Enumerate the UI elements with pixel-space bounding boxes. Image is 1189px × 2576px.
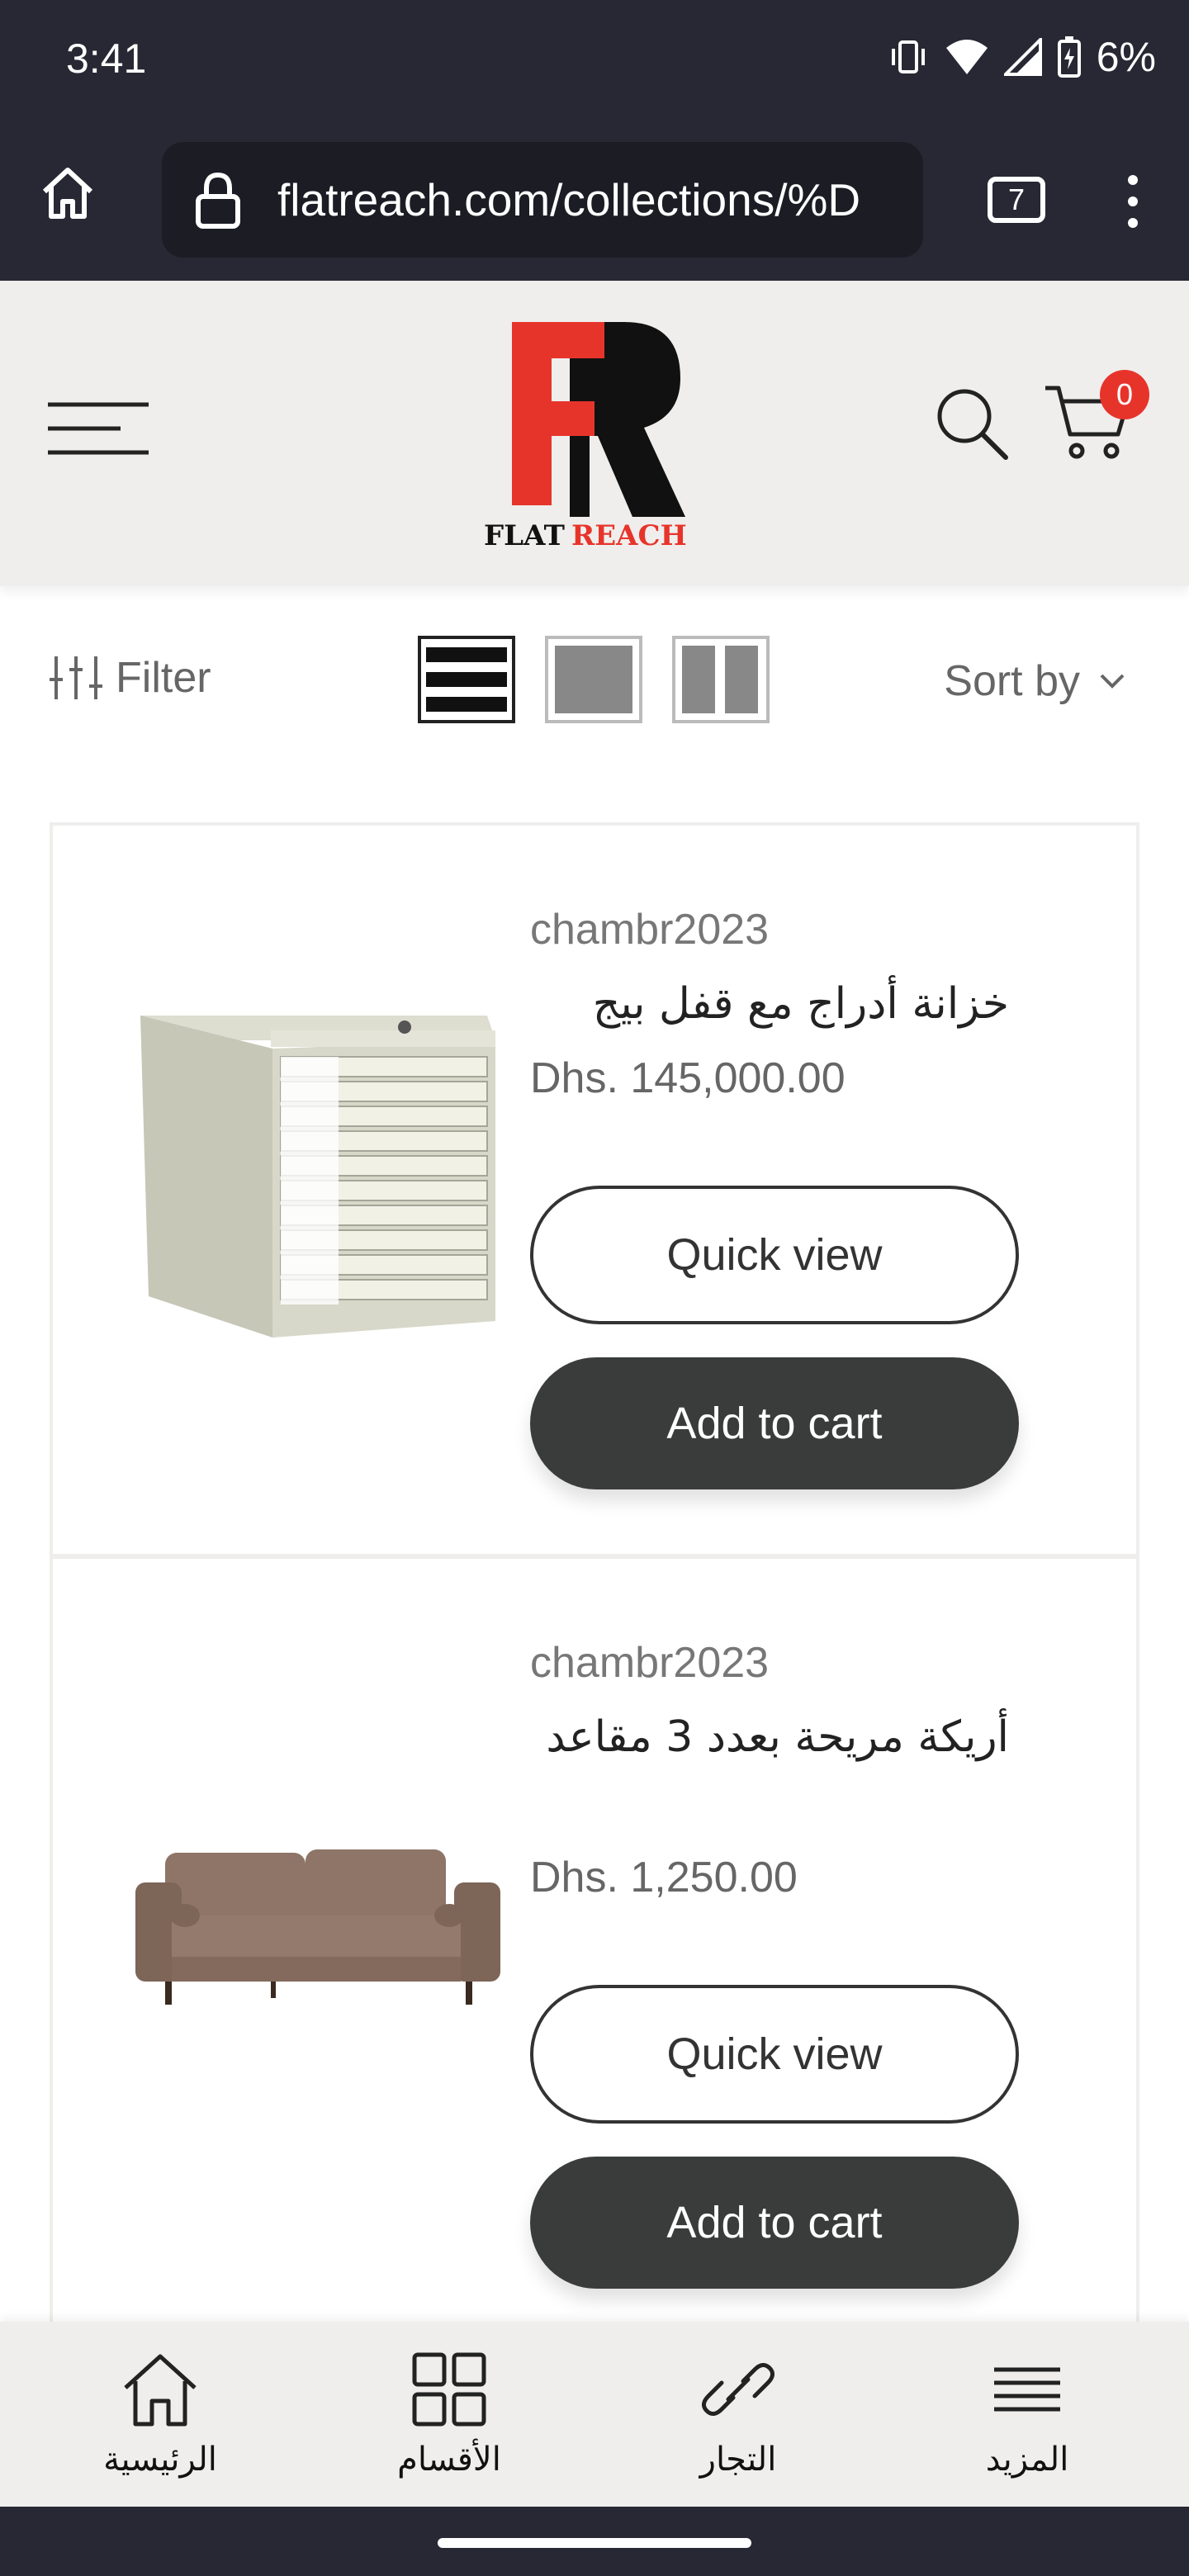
single-grid-icon	[555, 646, 632, 713]
hamburger-menu-icon[interactable]	[46, 400, 150, 457]
logo-text-reach: REACH	[571, 519, 687, 552]
add-to-cart-button[interactable]: Add to cart	[530, 2157, 1019, 2289]
status-bar: 3:41 6%	[0, 0, 1189, 124]
two-column-view-button[interactable]	[672, 636, 770, 723]
product-price: Dhs. 145,000.00	[530, 1054, 846, 1102]
more-options-icon[interactable]	[1123, 172, 1143, 231]
battery-icon	[1057, 36, 1081, 78]
product-price: Dhs. 1,250.00	[530, 1854, 798, 1901]
sofa-image[interactable]	[132, 1833, 504, 2015]
product-vendor: chambr2023	[530, 906, 770, 954]
gesture-bar	[0, 2507, 1189, 2576]
list-view-icon	[426, 647, 507, 712]
home-gesture-handle[interactable]	[438, 2538, 751, 2548]
nav-home[interactable]: الرئيسية	[53, 2350, 268, 2490]
sort-label: Sort by	[944, 657, 1080, 705]
vibrate-icon	[891, 40, 925, 73]
chevron-down-icon	[1100, 674, 1125, 689]
nav-categories[interactable]: الأقسام	[342, 2350, 557, 2490]
search-icon[interactable]	[931, 383, 1011, 462]
drawer-cabinet-image[interactable]	[132, 991, 504, 1346]
product-vendor: chambr2023	[530, 1639, 770, 1687]
flat-reach-logo[interactable]: FLAT REACH	[479, 312, 710, 552]
nav-more-label: المزيد	[985, 2441, 1069, 2479]
signal-icon	[1003, 38, 1042, 76]
cart-count-badge: 0	[1100, 370, 1149, 419]
product-title[interactable]: خزانة أدراج مع قفل بيج	[530, 971, 1009, 1037]
tab-switcher-button[interactable]: 7	[988, 177, 1045, 223]
status-time: 3:41	[66, 36, 147, 82]
product-title[interactable]: أريكة مريحة بعدد 3 مقاعد	[530, 1704, 1009, 1770]
filter-label: Filter	[116, 654, 211, 702]
link-icon	[702, 2363, 775, 2416]
single-grid-view-button[interactable]	[545, 636, 642, 723]
battery-percent: 6%	[1096, 34, 1156, 80]
nav-merchants-label: التجار	[699, 2441, 777, 2479]
list-view-button[interactable]	[418, 636, 515, 723]
status-icons: 6%	[887, 33, 1156, 81]
quick-view-button[interactable]: Quick view	[530, 1186, 1019, 1324]
nav-categories-label: الأقسام	[397, 2441, 501, 2479]
sliders-icon	[50, 656, 102, 699]
nav-merchants[interactable]: التجار	[631, 2350, 846, 2490]
lock-icon	[196, 172, 240, 229]
grid-icon	[412, 2352, 486, 2427]
add-to-cart-button[interactable]: Add to cart	[530, 1357, 1019, 1489]
sort-by-dropdown[interactable]: Sort by	[944, 652, 1126, 710]
two-column-icon	[682, 646, 758, 713]
nav-more[interactable]: المزيد	[920, 2350, 1135, 2490]
quick-view-button[interactable]: Quick view	[530, 1985, 1019, 2124]
url-text[interactable]: flatreach.com/collections/%D	[277, 170, 921, 230]
nav-home-label: الرئيسية	[103, 2441, 217, 2479]
home-icon[interactable]	[38, 163, 97, 223]
menu-icon	[994, 2367, 1060, 2412]
filter-button[interactable]: Filter	[50, 649, 211, 707]
home-icon	[124, 2354, 197, 2427]
wifi-icon	[945, 40, 988, 74]
logo-text-flat: FLAT	[484, 519, 565, 552]
